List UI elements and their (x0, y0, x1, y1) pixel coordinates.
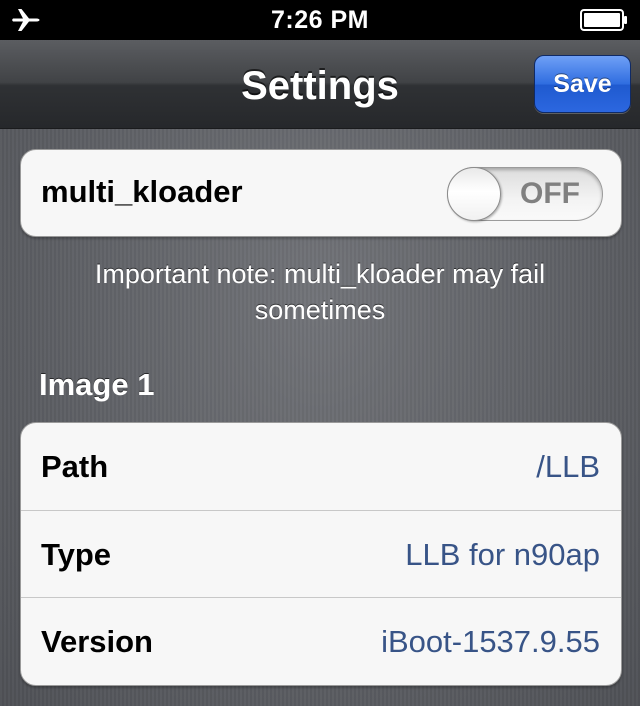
multi-kloader-toggle[interactable]: OFF (447, 167, 603, 221)
battery-icon (580, 9, 627, 31)
multi-kloader-label: multi_kloader (41, 174, 243, 209)
version-row[interactable]: Version iBoot-1537.9.55 (21, 597, 621, 685)
save-button[interactable]: Save (534, 55, 631, 113)
important-note: Important note: multi_kloader may fail s… (94, 259, 546, 325)
type-value: LLB for n90ap (405, 537, 600, 572)
version-value: iBoot-1537.9.55 (381, 624, 600, 659)
status-bar: 7:26 PM (0, 0, 640, 40)
section-header-image-1: Image 1 (39, 367, 155, 402)
toggle-state-label: OFF (520, 177, 580, 210)
path-value: /LLB (536, 449, 600, 484)
type-label: Type (41, 537, 112, 572)
settings-content: multi_kloader OFF Important note: multi_… (0, 129, 640, 706)
version-label: Version (41, 624, 153, 659)
path-label: Path (41, 449, 109, 484)
image-details-table: Path /LLB Type LLB for n90ap Version iBo… (20, 422, 622, 686)
type-row[interactable]: Type LLB for n90ap (21, 510, 621, 598)
toggle-knob[interactable] (447, 167, 501, 221)
path-row[interactable]: Path /LLB (21, 423, 621, 510)
status-time: 7:26 PM (271, 6, 369, 34)
multi-kloader-cell: multi_kloader OFF (20, 149, 622, 237)
navigation-bar: Settings Save (0, 40, 640, 129)
